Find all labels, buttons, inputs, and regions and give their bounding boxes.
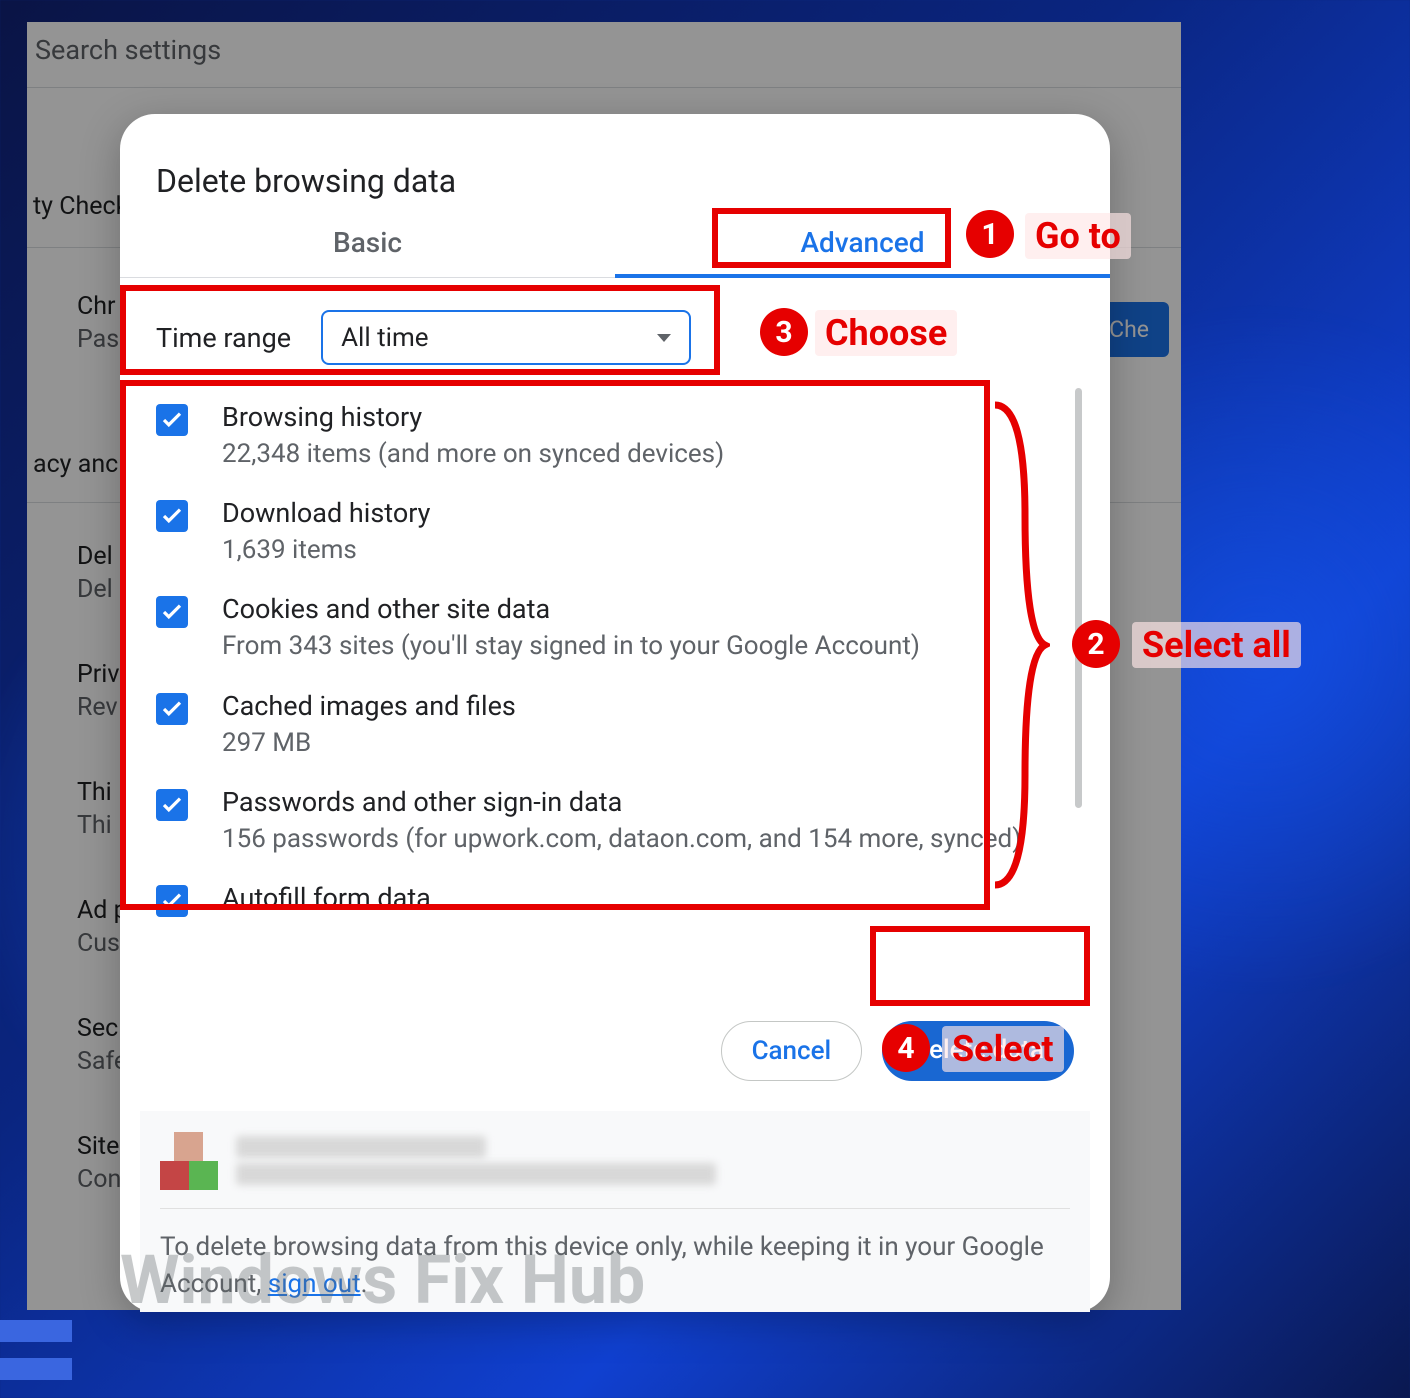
scrollbar-thumb[interactable] xyxy=(1075,388,1082,808)
list-item: Cookies and other site data From 343 sit… xyxy=(156,580,1082,676)
checkbox-browsing-history[interactable] xyxy=(156,404,188,436)
check-icon xyxy=(162,893,182,909)
checkbox-passwords[interactable] xyxy=(156,789,188,821)
cancel-button[interactable]: Cancel xyxy=(721,1021,863,1081)
taskbar-hint xyxy=(0,1358,72,1380)
sign-out-link[interactable]: sign out xyxy=(268,1269,361,1299)
time-range-label: Time range xyxy=(156,322,291,354)
time-range-value: All time xyxy=(341,323,428,353)
time-range-row: Time range All time xyxy=(156,310,1074,365)
option-title: Cookies and other site data xyxy=(222,592,920,627)
option-sub: 1,639 items xyxy=(222,533,430,568)
option-title: Autofill form data xyxy=(222,881,431,916)
check-icon xyxy=(162,797,182,813)
check-icon xyxy=(162,604,182,620)
chevron-down-icon xyxy=(657,334,671,342)
account-note-text: . xyxy=(361,1269,368,1299)
taskbar-hint xyxy=(0,1320,72,1342)
option-sub: From 343 sites (you'll stay signed in to… xyxy=(222,629,920,664)
tab-basic[interactable]: Basic xyxy=(120,218,615,277)
tab-advanced[interactable]: Advanced xyxy=(615,218,1110,277)
check-icon xyxy=(162,701,182,717)
list-item: Download history 1,639 items xyxy=(156,484,1082,580)
check-icon xyxy=(162,412,182,428)
checkbox-download-history[interactable] xyxy=(156,500,188,532)
account-note: To delete browsing data from this device… xyxy=(160,1209,1070,1302)
option-title: Download history xyxy=(222,496,430,531)
time-range-select[interactable]: All time xyxy=(321,310,691,365)
list-item: Cached images and files 297 MB xyxy=(156,677,1082,773)
check-icon xyxy=(162,508,182,524)
option-sub: 22,348 items (and more on synced devices… xyxy=(222,437,724,472)
options-list: Browsing history 22,348 items (and more … xyxy=(156,388,1082,991)
dialog-actions: Cancel Delete data xyxy=(120,991,1110,1111)
account-info-box: To delete browsing data from this device… xyxy=(140,1111,1090,1312)
checkbox-autofill[interactable] xyxy=(156,885,188,917)
list-item: Autofill form data xyxy=(156,869,1082,929)
scrollbar[interactable] xyxy=(1075,388,1082,991)
option-title: Passwords and other sign-in data xyxy=(222,785,1021,820)
checkbox-cached[interactable] xyxy=(156,693,188,725)
option-sub: 156 passwords (for upwork.com, dataon.co… xyxy=(222,822,1021,857)
option-sub: 297 MB xyxy=(222,726,516,761)
list-item: Passwords and other sign-in data 156 pas… xyxy=(156,773,1082,869)
option-title: Browsing history xyxy=(222,400,724,435)
dialog-body: Time range All time Browsing history 22,… xyxy=(120,278,1110,991)
avatar xyxy=(160,1132,218,1190)
option-title: Cached images and files xyxy=(222,689,516,724)
delete-browsing-data-dialog: Delete browsing data Basic Advanced Time… xyxy=(120,114,1110,1312)
blurred-name xyxy=(236,1136,486,1158)
list-item: Browsing history 22,348 items (and more … xyxy=(156,388,1082,484)
delete-data-button[interactable]: Delete data xyxy=(882,1021,1074,1081)
dialog-tabs: Basic Advanced xyxy=(120,218,1110,278)
checkbox-cookies[interactable] xyxy=(156,596,188,628)
dialog-title: Delete browsing data xyxy=(120,114,1110,218)
blurred-email xyxy=(236,1163,716,1185)
